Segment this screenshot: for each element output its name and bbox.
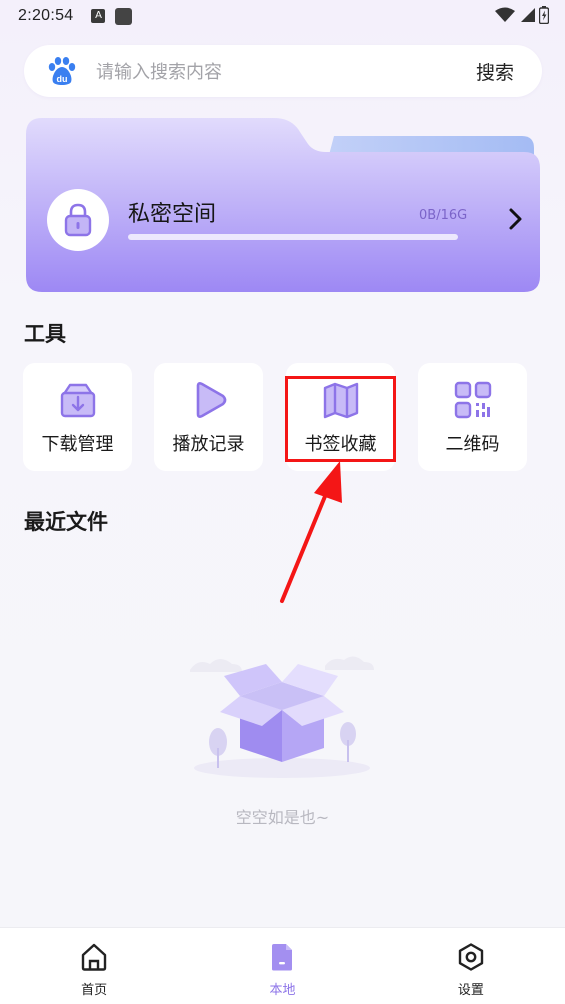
wifi-icon	[495, 7, 515, 22]
notification-a-icon: A	[91, 9, 106, 23]
empty-box-illustration	[190, 656, 374, 778]
search-button[interactable]: 搜索	[476, 58, 514, 85]
tool-play-history[interactable]: 播放记录	[154, 363, 263, 471]
tools-section-title: 工具	[24, 322, 66, 346]
play-icon	[196, 382, 226, 418]
private-space-title: 私密空间	[128, 202, 217, 227]
tool-label: 播放记录	[172, 434, 245, 455]
status-bar: 2:20:54 A	[0, 0, 565, 32]
signal-icon	[521, 8, 535, 22]
nav-label: 设置	[457, 983, 484, 998]
nav-label: 本地	[269, 983, 296, 998]
local-files-icon	[272, 944, 293, 971]
settings-icon	[458, 943, 484, 971]
status-icons	[495, 6, 549, 24]
download-box-icon	[60, 383, 95, 418]
tool-label: 下载管理	[41, 434, 114, 455]
chevron-right-icon[interactable]	[504, 206, 526, 232]
tool-qr-code[interactable]: 二维码	[418, 363, 527, 471]
home-icon	[81, 943, 107, 971]
lock-button[interactable]	[47, 189, 109, 251]
private-space-card[interactable]: 私密空间 0B/16G	[24, 114, 542, 296]
nav-item-home[interactable]: 首页	[0, 928, 188, 1004]
red-arrow-annotation	[280, 461, 342, 603]
tool-download-manager[interactable]: 下载管理	[23, 363, 132, 471]
tool-label: 书签收藏	[304, 434, 377, 455]
status-time: 2:20:54	[18, 7, 74, 24]
nav-item-settings[interactable]: 设置	[377, 928, 565, 1004]
svg-text:du: du	[57, 74, 68, 84]
recent-files-section-title: 最近文件	[24, 510, 108, 534]
search-input[interactable]: 请输入搜索内容	[96, 58, 476, 84]
battery-icon	[539, 6, 549, 24]
notification-square-icon	[115, 7, 133, 25]
storage-progress-bar	[128, 234, 458, 240]
qr-code-icon	[454, 381, 491, 419]
empty-state-text: 空空如是也~	[235, 808, 330, 827]
lock-icon	[64, 203, 92, 237]
baidu-logo-icon: du	[48, 57, 76, 85]
private-space-usage: 0B/16G	[419, 208, 468, 223]
nav-label: 首页	[81, 983, 108, 998]
bottom-nav: 首页 本地 设置	[0, 927, 565, 1004]
nav-item-local[interactable]: 本地	[188, 928, 376, 1004]
tool-label: 二维码	[445, 434, 500, 455]
book-map-icon	[323, 382, 358, 419]
search-bar[interactable]: du 请输入搜索内容 搜索	[24, 45, 542, 97]
